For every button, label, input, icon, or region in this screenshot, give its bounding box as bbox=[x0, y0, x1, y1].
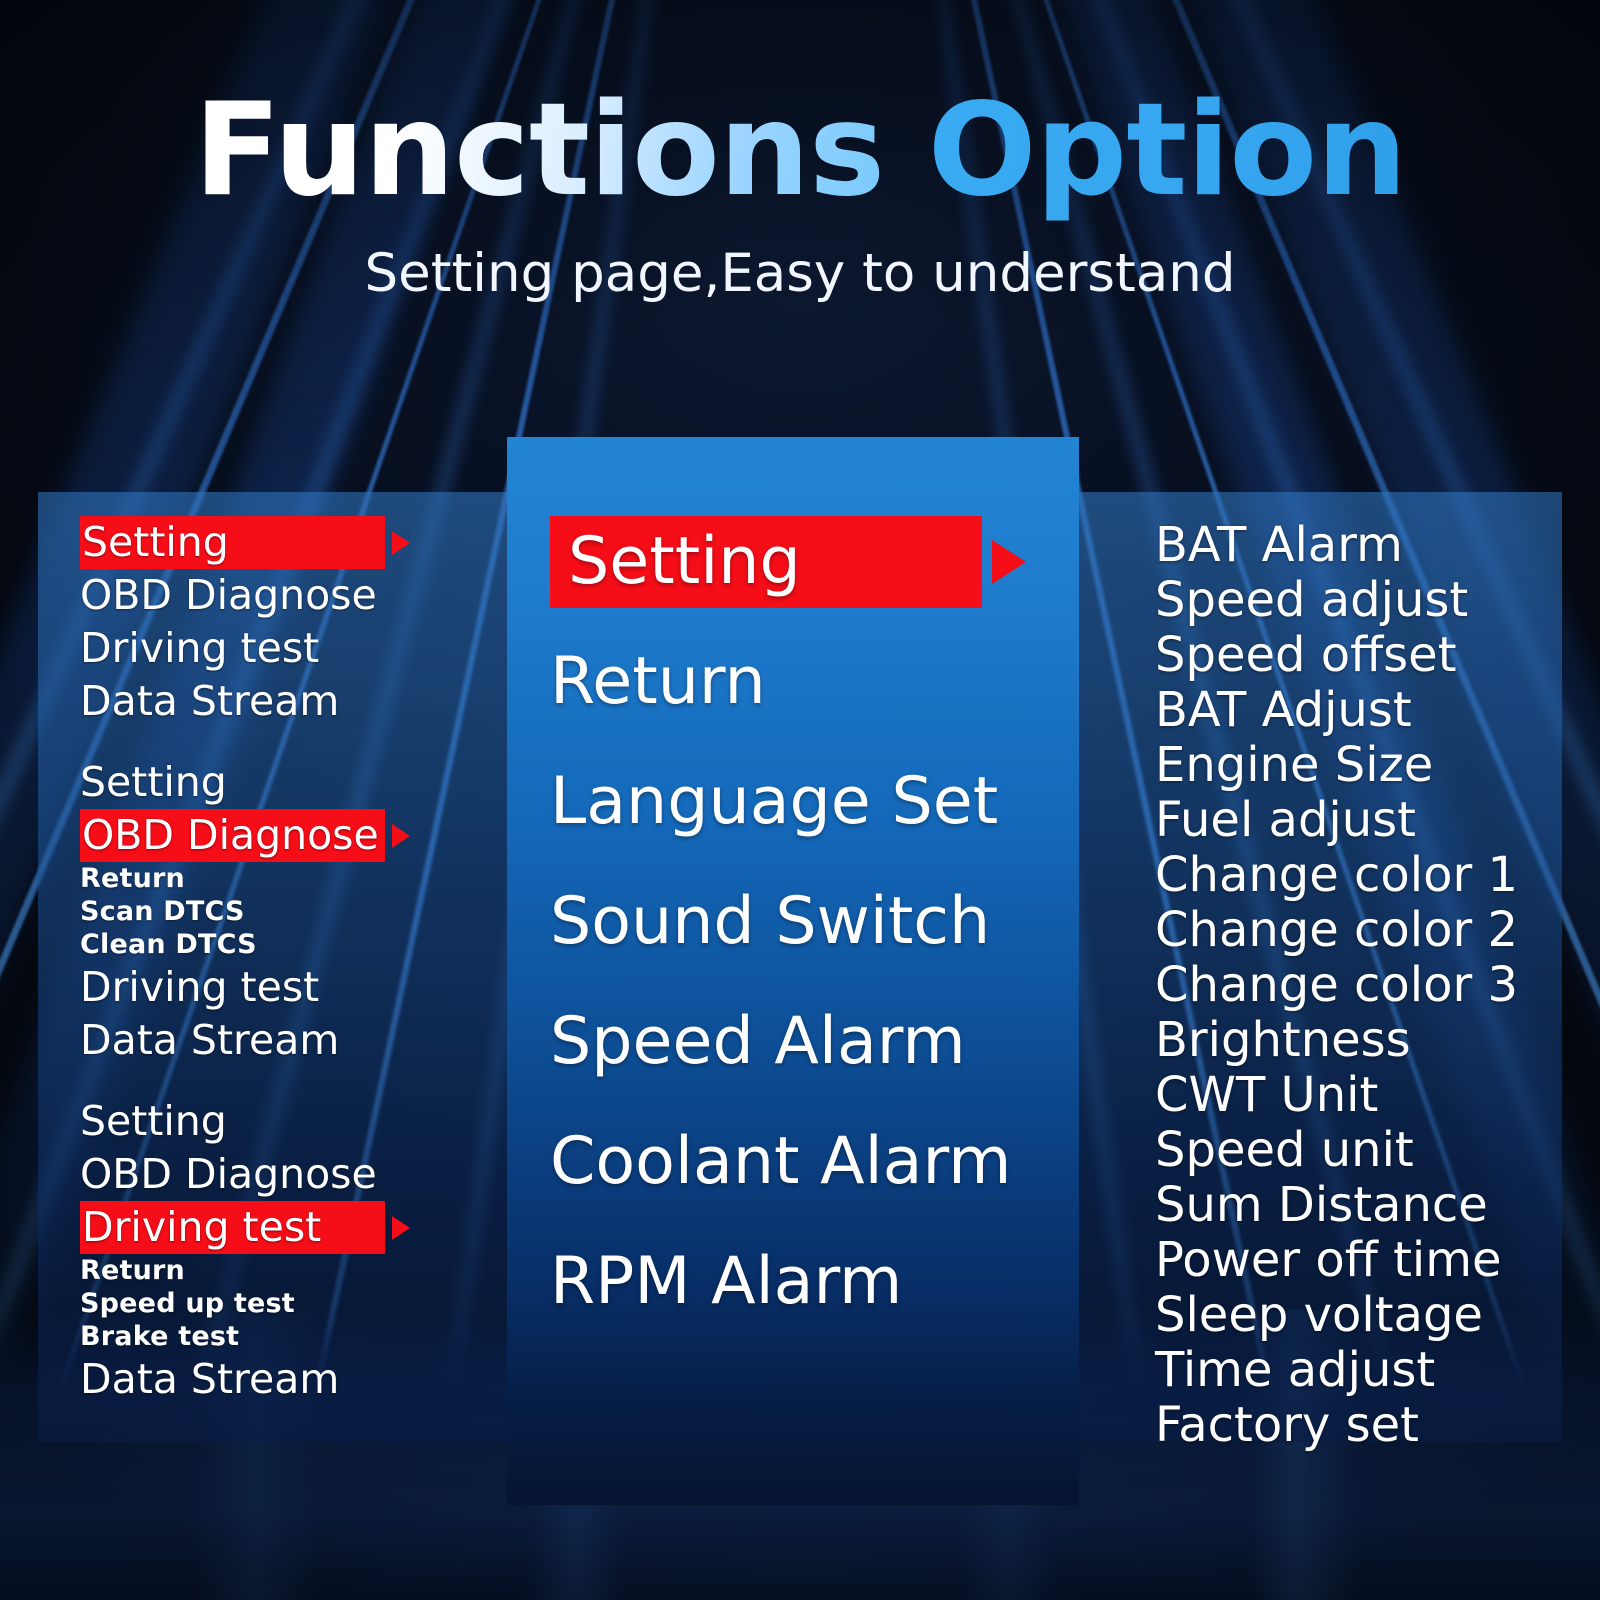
right-menu-item-time-adjust[interactable]: Time adjust bbox=[1155, 1343, 1575, 1398]
left-submenu-item-brake-test[interactable]: Brake test bbox=[80, 1320, 440, 1353]
left-menu-group: Setting OBD Diagnose Driving test Return… bbox=[80, 1095, 440, 1406]
left-menu-item-data-stream[interactable]: Data Stream bbox=[80, 675, 440, 728]
left-menu-item-label: Driving test bbox=[82, 1203, 322, 1251]
left-submenu-item-scan-dtcs[interactable]: Scan DTCS bbox=[80, 895, 440, 928]
right-menu-item-speed-adjust[interactable]: Speed adjust bbox=[1155, 573, 1575, 628]
page-title-part-functions: Functions bbox=[193, 76, 928, 225]
page-subtitle: Setting page,Easy to understand bbox=[364, 242, 1236, 304]
arrow-right-icon bbox=[392, 530, 410, 555]
left-menu-item-driving-test[interactable]: Driving test bbox=[80, 1201, 410, 1254]
left-submenu-item-return[interactable]: Return bbox=[80, 1254, 440, 1287]
page-title: Functions Option bbox=[0, 85, 1600, 217]
right-menu-item-change-color-1[interactable]: Change color 1 bbox=[1155, 848, 1575, 903]
left-menu-group: Setting OBD Diagnose Driving test Data S… bbox=[80, 516, 440, 728]
right-menu-item-sleep-voltage[interactable]: Sleep voltage bbox=[1155, 1288, 1575, 1343]
right-menu-item-cwt-unit[interactable]: CWT Unit bbox=[1155, 1068, 1575, 1123]
right-menu-item-fuel-adjust[interactable]: Fuel adjust bbox=[1155, 793, 1575, 848]
header: Functions Option Setting page,Easy to un… bbox=[0, 85, 1600, 304]
left-menu-item-setting[interactable]: Setting bbox=[80, 756, 440, 809]
right-menu-item-speed-offset[interactable]: Speed offset bbox=[1155, 628, 1575, 683]
product-feature-slide: Functions Option Setting page,Easy to un… bbox=[0, 0, 1600, 1600]
right-menu-item-speed-unit[interactable]: Speed unit bbox=[1155, 1123, 1575, 1178]
right-menu-item-change-color-3[interactable]: Change color 3 bbox=[1155, 958, 1575, 1013]
left-menu-item-obd-diagnose[interactable]: OBD Diagnose bbox=[80, 809, 410, 862]
left-menu-item-obd-diagnose[interactable]: OBD Diagnose bbox=[80, 569, 440, 622]
center-menu-item-sound-switch[interactable]: Sound Switch bbox=[550, 874, 1050, 970]
right-menu-item-bat-adjust[interactable]: BAT Adjust bbox=[1155, 683, 1575, 738]
left-submenu-item-clean-dtcs[interactable]: Clean DTCS bbox=[80, 928, 440, 961]
left-submenu-item-speed-up-test[interactable]: Speed up test bbox=[80, 1287, 440, 1320]
right-menu-item-factory-set[interactable]: Factory set bbox=[1155, 1398, 1575, 1453]
center-menu-list: Setting Return Language Set Sound Switch… bbox=[550, 516, 1050, 1354]
left-menu-item-driving-test[interactable]: Driving test bbox=[80, 961, 440, 1014]
right-menu-item-bat-alarm[interactable]: BAT Alarm bbox=[1155, 518, 1575, 573]
left-menu-item-obd-diagnose[interactable]: OBD Diagnose bbox=[80, 1148, 440, 1201]
right-menu-list: BAT Alarm Speed adjust Speed offset BAT … bbox=[1155, 518, 1575, 1453]
left-menu-item-label: OBD Diagnose bbox=[82, 811, 379, 859]
left-menu-item-setting[interactable]: Setting bbox=[80, 516, 410, 569]
page-title-part-option: Option bbox=[927, 76, 1408, 225]
left-menu-group: Setting OBD Diagnose Return Scan DTCS Cl… bbox=[80, 756, 440, 1067]
arrow-right-icon bbox=[992, 540, 1026, 584]
center-menu-item-setting[interactable]: Setting bbox=[550, 516, 1026, 608]
right-menu-item-power-off-time[interactable]: Power off time bbox=[1155, 1233, 1575, 1288]
left-menu-item-data-stream[interactable]: Data Stream bbox=[80, 1353, 440, 1406]
right-menu-item-sum-distance[interactable]: Sum Distance bbox=[1155, 1178, 1575, 1233]
center-menu-item-coolant-alarm[interactable]: Coolant Alarm bbox=[550, 1114, 1050, 1210]
right-menu-item-engine-size[interactable]: Engine Size bbox=[1155, 738, 1575, 793]
left-menu-item-setting[interactable]: Setting bbox=[80, 1095, 440, 1148]
left-menu-item-label: Setting bbox=[82, 518, 229, 566]
arrow-right-icon bbox=[392, 1215, 410, 1240]
left-menu-item-data-stream[interactable]: Data Stream bbox=[80, 1014, 440, 1067]
center-menu-item-label: Setting bbox=[568, 524, 801, 599]
center-menu-item-language-set[interactable]: Language Set bbox=[550, 754, 1050, 850]
left-menu-tree: Setting OBD Diagnose Driving test Data S… bbox=[80, 516, 440, 1406]
center-menu-item-speed-alarm[interactable]: Speed Alarm bbox=[550, 994, 1050, 1090]
left-submenu-item-return[interactable]: Return bbox=[80, 862, 440, 895]
center-menu-item-return[interactable]: Return bbox=[550, 634, 1050, 730]
left-menu-item-driving-test[interactable]: Driving test bbox=[80, 622, 440, 675]
right-menu-item-change-color-2[interactable]: Change color 2 bbox=[1155, 903, 1575, 958]
center-menu-item-rpm-alarm[interactable]: RPM Alarm bbox=[550, 1234, 1050, 1330]
right-menu-item-brightness[interactable]: Brightness bbox=[1155, 1013, 1575, 1068]
arrow-right-icon bbox=[392, 823, 410, 848]
